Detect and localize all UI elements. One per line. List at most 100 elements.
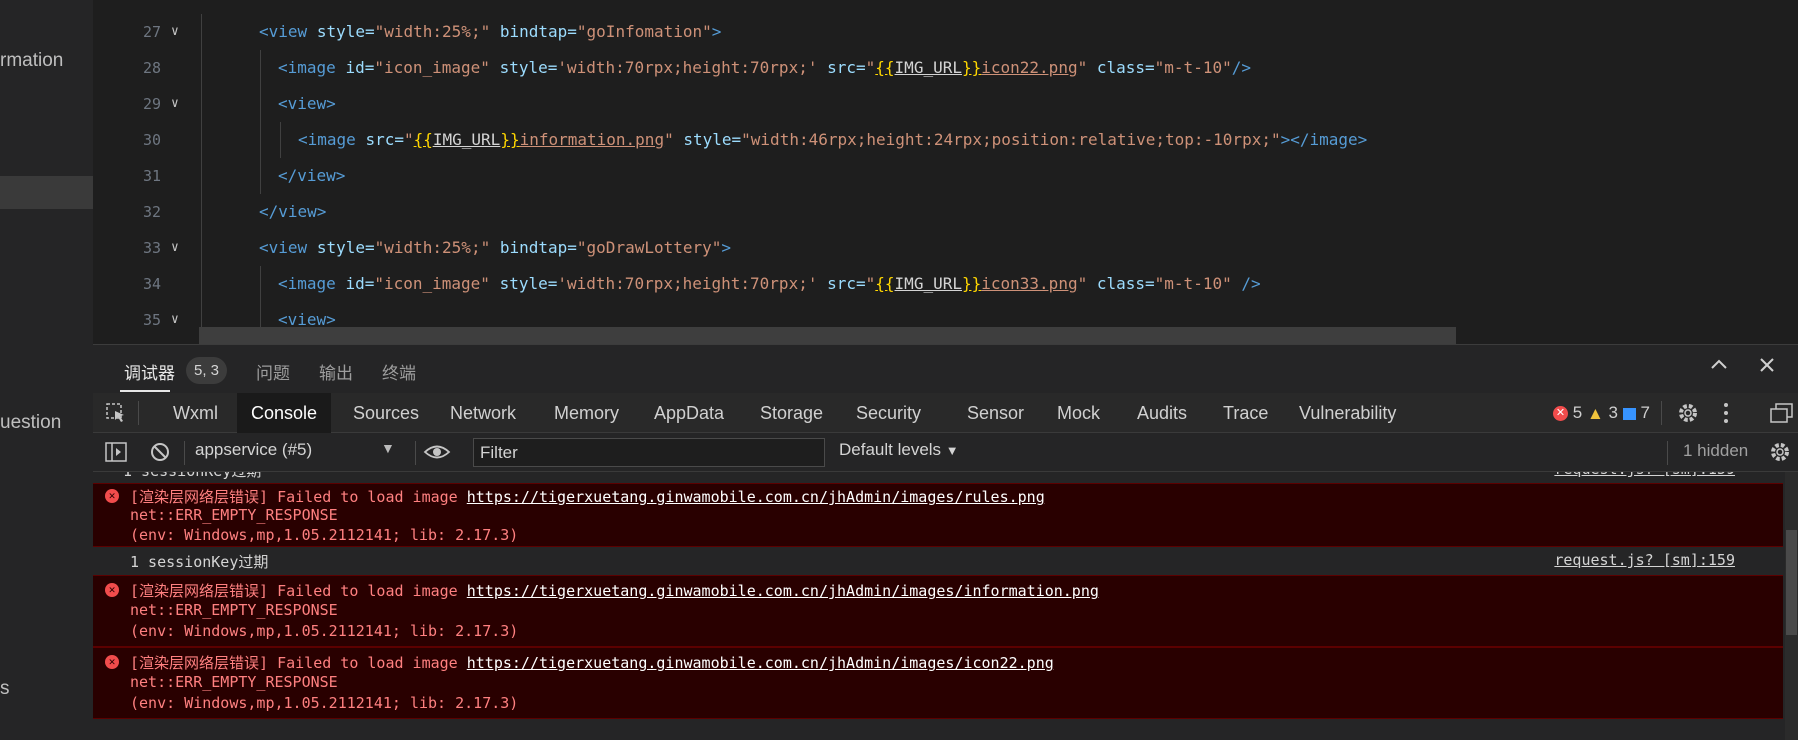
tab-debugger[interactable]: 调试器 xyxy=(124,359,175,384)
sidebar-item-question[interactable]: uestion xyxy=(0,412,61,434)
code-token: " xyxy=(1077,274,1088,293)
simulator-sidebar: rmation uestion s xyxy=(0,0,93,740)
code-token: IMG_URL xyxy=(432,130,501,149)
error-env: (env: Windows,mp,1.05.2112141; lib: 2.17… xyxy=(130,694,519,712)
tab-sensor[interactable]: Sensor xyxy=(953,393,1038,433)
fold-chevron-icon[interactable]: ∨ xyxy=(171,14,179,50)
console-log-entry[interactable]: 1 sessionKey过期 request.js? [sm]:159 xyxy=(93,472,1783,483)
sidebar-item-partial[interactable]: s xyxy=(0,678,10,700)
more-vertical-icon[interactable] xyxy=(1722,401,1730,430)
code-token: icon33.png xyxy=(981,274,1078,293)
eye-icon[interactable] xyxy=(423,441,451,468)
sidebar-selected-item[interactable] xyxy=(0,176,93,209)
status-badge: 5, 3 xyxy=(186,357,228,384)
code-token: "m-t-10" xyxy=(1154,58,1232,77)
error-url-link[interactable]: https://tigerxuetang.ginwamobile.com.cn/… xyxy=(467,654,1054,672)
line-number: 32 xyxy=(142,203,161,221)
close-icon[interactable] xyxy=(1757,355,1777,381)
code-token: {{ xyxy=(875,58,895,77)
code-token: }} xyxy=(961,274,982,293)
console-error-entry[interactable]: ✕ [渲染层网络层错误] Failed to load image https:… xyxy=(93,575,1783,647)
error-count: 5 xyxy=(1572,403,1583,422)
tab-output[interactable]: 输出 xyxy=(319,359,353,384)
context-select[interactable]: appservice (#5) xyxy=(195,440,312,460)
code-token: "icon_image" xyxy=(374,58,490,77)
info-count: 7 xyxy=(1640,403,1650,422)
line-number: 31 xyxy=(142,167,161,185)
code-token: style= xyxy=(499,274,558,293)
filter-input[interactable] xyxy=(473,438,825,467)
divider xyxy=(415,441,416,465)
indent-guide xyxy=(260,158,261,194)
line-number: 28 xyxy=(142,59,161,77)
scrollbar-thumb[interactable] xyxy=(1786,530,1797,635)
code-line[interactable]: 34 <image id="icon_image" style='width:7… xyxy=(93,266,1798,302)
tab-sources[interactable]: Sources xyxy=(339,393,433,433)
tab-storage[interactable]: Storage xyxy=(746,393,837,433)
code-line[interactable]: 32 </view> xyxy=(93,194,1798,230)
code-editor[interactable]: 27 ∨ <view style="width:25%;" bindtap="g… xyxy=(93,0,1798,344)
indent-guide xyxy=(280,122,281,158)
undock-icon[interactable] xyxy=(1770,402,1794,429)
log-levels-dropdown[interactable]: Default levels ▼ xyxy=(839,440,959,460)
source-link[interactable]: request.js? [sm]:159 xyxy=(1554,472,1735,478)
code-line[interactable]: 31 </view> xyxy=(93,158,1798,194)
code-token: style= xyxy=(683,130,742,149)
tab-security[interactable]: Security xyxy=(842,393,935,433)
tab-vulnerability[interactable]: Vulnerability xyxy=(1285,393,1410,433)
tab-mock[interactable]: Mock xyxy=(1043,393,1114,433)
chevron-up-icon[interactable] xyxy=(1709,355,1729,381)
fold-chevron-icon[interactable]: ∨ xyxy=(171,302,179,338)
console-error-entry[interactable]: ✕ [渲染层网络层错误] Failed to load image https:… xyxy=(93,483,1783,547)
inspect-element-icon[interactable] xyxy=(105,402,127,429)
editor-horizontal-scrollbar[interactable] xyxy=(199,327,1456,344)
console-log-entry[interactable]: 1 sessionKey过期 request.js? [sm]:159 xyxy=(93,547,1783,575)
code-line[interactable]: 29 ∨ <view> xyxy=(93,86,1798,122)
tab-trace[interactable]: Trace xyxy=(1209,393,1282,433)
error-prefix: [渲染层网络层错误] Failed to load image xyxy=(130,488,467,506)
code-token: /> xyxy=(1231,58,1251,77)
tab-terminal[interactable]: 终端 xyxy=(382,359,416,384)
code-token: </view> xyxy=(259,202,327,221)
indent-guide xyxy=(260,266,261,302)
indent-guide xyxy=(201,122,202,158)
console-log[interactable]: 1 sessionKey过期 request.js? [sm]:159 ✕ [渲… xyxy=(93,472,1783,740)
code-line[interactable]: 30 <image src="{{IMG_URL}}information.pn… xyxy=(93,122,1798,158)
code-token: " xyxy=(865,274,876,293)
error-url-link[interactable]: https://tigerxuetang.ginwamobile.com.cn/… xyxy=(467,582,1099,600)
code-token: IMG_URL xyxy=(894,58,962,77)
code-token: " xyxy=(664,130,674,149)
tab-wxml[interactable]: Wxml xyxy=(159,393,232,433)
code-token: > xyxy=(721,238,732,257)
code-token: <view xyxy=(259,22,308,41)
tab-console[interactable]: Console xyxy=(237,393,332,433)
code-line[interactable]: 27 ∨ <view style="width:25%;" bindtap="g… xyxy=(93,14,1798,50)
code-line[interactable]: 28 <image id="icon_image" style='width:7… xyxy=(93,50,1798,86)
tab-memory[interactable]: Memory xyxy=(540,393,633,433)
sidebar-toggle-icon[interactable] xyxy=(105,442,127,467)
chevron-down-icon[interactable]: ▼ xyxy=(381,440,395,456)
sidebar-item-information[interactable]: rmation xyxy=(0,50,63,72)
code-line[interactable]: 33 ∨ <view style="width:25%;" bindtap="g… xyxy=(93,230,1798,266)
hidden-count: 1 hidden xyxy=(1683,441,1749,460)
code-token: <view xyxy=(259,238,308,257)
gear-icon[interactable] xyxy=(1769,441,1791,468)
tab-problems[interactable]: 问题 xyxy=(256,359,290,384)
tab-appdata[interactable]: AppData xyxy=(640,393,738,433)
error-icon: ✕ xyxy=(105,583,119,597)
source-link[interactable]: request.js? [sm]:159 xyxy=(1554,551,1735,569)
code-token: ></image> xyxy=(1280,130,1368,149)
code-token: icon22.png xyxy=(981,58,1078,77)
tab-network[interactable]: Network xyxy=(436,393,530,433)
error-url-link[interactable]: https://tigerxuetang.ginwamobile.com.cn/… xyxy=(467,488,1045,506)
error-detail: net::ERR_EMPTY_RESPONSE xyxy=(130,673,338,691)
console-error-entry[interactable]: ✕ [渲染层网络层错误] Failed to load image https:… xyxy=(93,647,1783,719)
code-token: id= xyxy=(345,274,375,293)
fold-chevron-icon[interactable]: ∨ xyxy=(171,86,179,122)
clear-console-icon[interactable] xyxy=(150,442,170,467)
tab-audits[interactable]: Audits xyxy=(1123,393,1201,433)
issue-counts[interactable]: ✕ 5 ▲ 3 7 xyxy=(1553,393,1650,433)
warning-count: 3 xyxy=(1608,403,1618,422)
fold-chevron-icon[interactable]: ∨ xyxy=(171,230,179,266)
gear-icon[interactable] xyxy=(1677,402,1699,429)
